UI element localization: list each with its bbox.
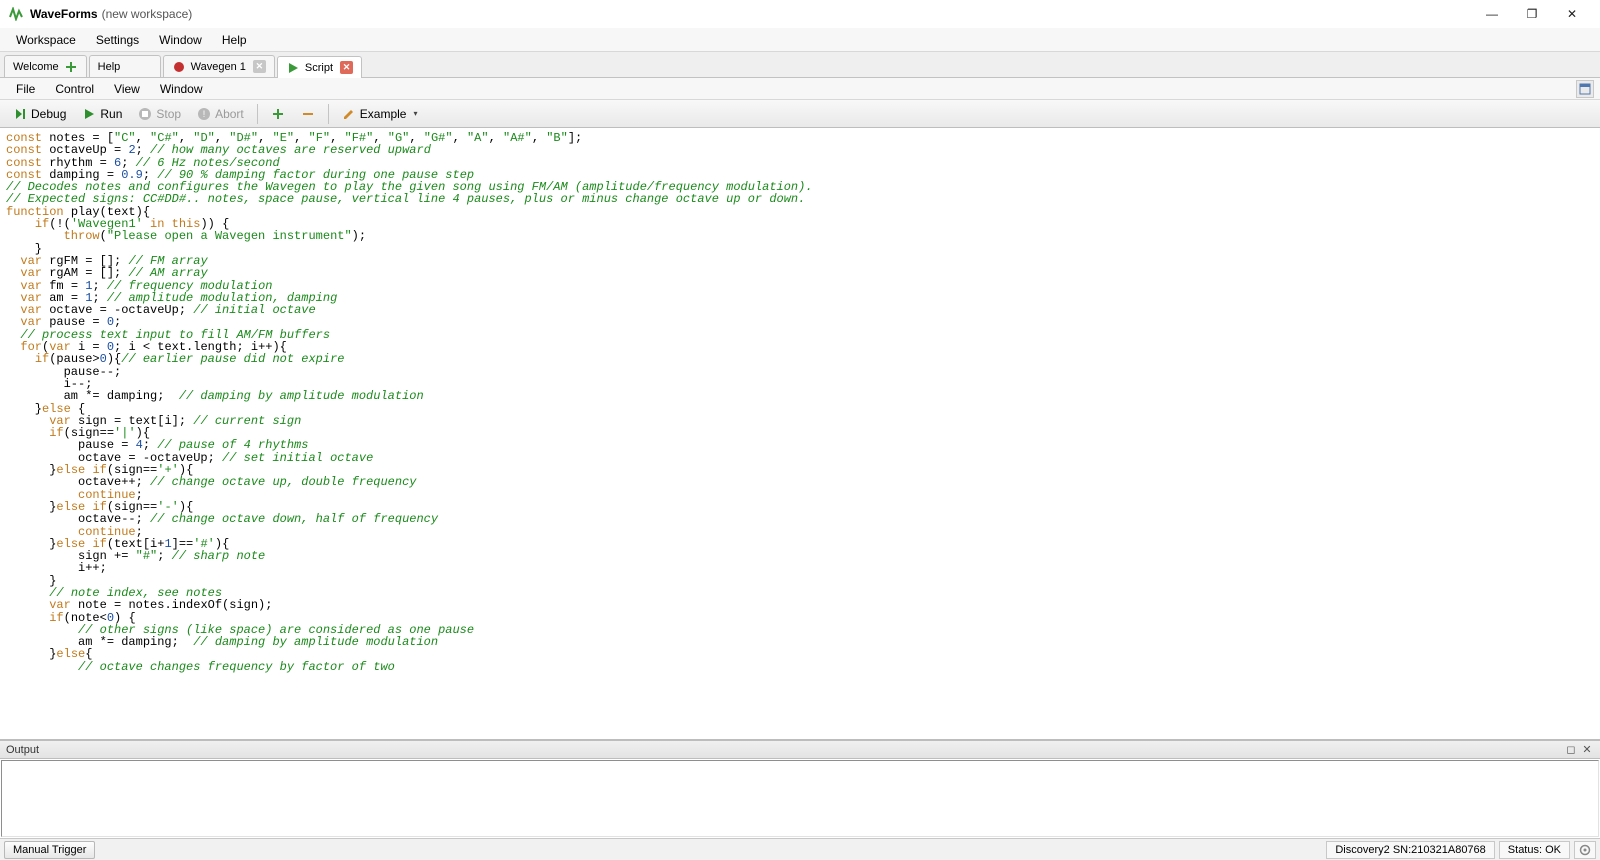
menu-window[interactable]: Window	[149, 30, 212, 50]
menu-help[interactable]: Help	[212, 30, 257, 50]
plus-icon	[271, 107, 285, 121]
remove-button[interactable]	[294, 103, 322, 125]
minimize-button[interactable]: —	[1472, 0, 1512, 28]
app-title: WaveForms	[30, 7, 98, 21]
pencil-icon	[342, 107, 356, 121]
toolbar-separator	[257, 104, 258, 124]
stop-icon	[138, 107, 152, 121]
debug-button[interactable]: Debug	[6, 103, 73, 125]
add-button[interactable]	[264, 103, 292, 125]
menubar: Workspace Settings Window Help	[0, 28, 1600, 52]
output-undock-icon[interactable]: ◻	[1564, 743, 1578, 757]
plus-green-icon	[64, 60, 78, 74]
tab-label: Welcome	[13, 61, 59, 73]
app-icon	[8, 6, 24, 22]
output-header: Output ◻ ✕	[0, 741, 1600, 759]
maximize-button[interactable]: ❐	[1512, 0, 1552, 28]
script-menu-window[interactable]: Window	[150, 80, 213, 98]
output-close-icon[interactable]: ✕	[1580, 743, 1594, 757]
code-editor[interactable]: const notes = ["C", "C#", "D", "D#", "E"…	[0, 128, 1600, 739]
code-content[interactable]: const notes = ["C", "C#", "D", "D#", "E"…	[0, 128, 1600, 677]
example-dropdown[interactable]: Example	[335, 103, 425, 125]
tab-label: Script	[305, 62, 333, 74]
tab-script[interactable]: Script ✕	[277, 56, 362, 78]
tab-help[interactable]: Help	[89, 55, 161, 77]
titlebar: WaveForms (new workspace) — ❐ ✕	[0, 0, 1600, 28]
dock-icon[interactable]	[1576, 80, 1594, 98]
workspace-name: (new workspace)	[102, 7, 193, 21]
play-green-icon	[286, 61, 300, 75]
status-box: Status: OK	[1499, 841, 1570, 859]
output-body[interactable]	[1, 760, 1599, 837]
menu-settings[interactable]: Settings	[86, 30, 149, 50]
play-icon	[82, 107, 96, 121]
abort-icon: !	[197, 107, 211, 121]
statusbar: Manual Trigger Discovery2 SN:210321A8076…	[0, 838, 1600, 860]
tab-label: Wavegen 1	[191, 61, 246, 73]
tab-wavegen-1[interactable]: Wavegen 1 ✕	[163, 55, 275, 77]
settings-gear-icon[interactable]	[1574, 841, 1596, 859]
close-button[interactable]: ✕	[1552, 0, 1592, 28]
close-tab-icon[interactable]: ✕	[340, 61, 353, 74]
tabstrip: Welcome Help Wavegen 1 ✕ Script ✕	[0, 52, 1600, 78]
script-menu-file[interactable]: File	[6, 80, 45, 98]
menu-workspace[interactable]: Workspace	[6, 30, 86, 50]
record-red-icon	[172, 60, 186, 74]
script-menubar: File Control View Window	[0, 78, 1600, 100]
minus-icon	[301, 107, 315, 121]
tab-label: Help	[98, 61, 121, 73]
toolbar-separator	[328, 104, 329, 124]
run-button[interactable]: Run	[75, 103, 129, 125]
script-menu-view[interactable]: View	[104, 80, 150, 98]
device-status[interactable]: Discovery2 SN:210321A80768	[1326, 841, 1494, 859]
debug-icon	[13, 107, 27, 121]
output-panel: Output ◻ ✕	[0, 740, 1600, 838]
editor-area: const notes = ["C", "C#", "D", "D#", "E"…	[0, 128, 1600, 740]
script-menu-control[interactable]: Control	[45, 80, 104, 98]
tab-welcome[interactable]: Welcome	[4, 55, 87, 77]
manual-trigger-button[interactable]: Manual Trigger	[4, 841, 95, 859]
script-toolbar: Debug Run Stop ! Abort Example	[0, 100, 1600, 128]
stop-button[interactable]: Stop	[131, 103, 188, 125]
close-tab-icon[interactable]: ✕	[253, 60, 266, 73]
svg-text:!: !	[203, 109, 206, 119]
abort-button[interactable]: ! Abort	[190, 103, 251, 125]
output-title: Output	[6, 744, 39, 756]
